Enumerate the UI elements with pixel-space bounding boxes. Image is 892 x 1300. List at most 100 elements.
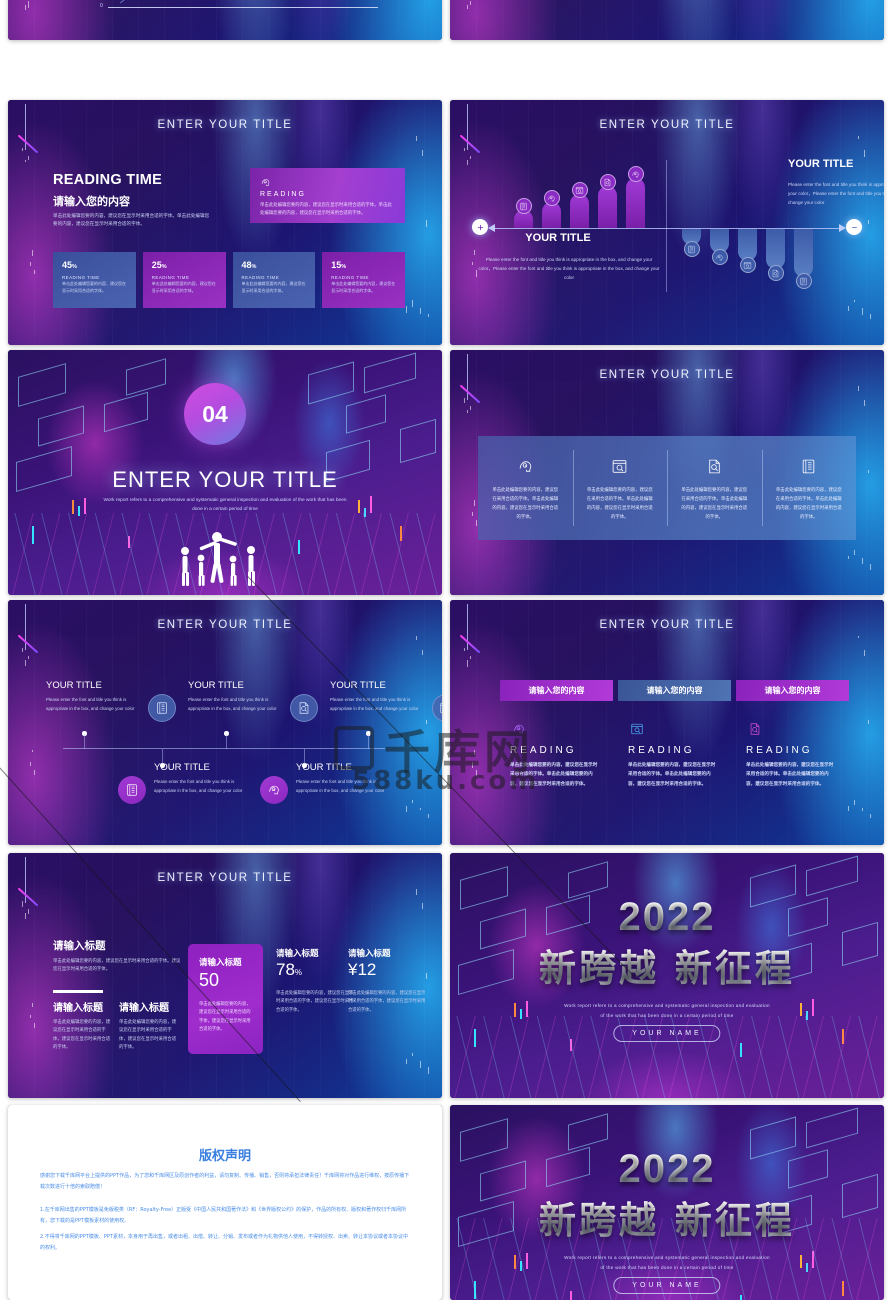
stats-card-text: 单击此处编辑您要的内容，建议您在显示时采用合适的字体，建议您在显示时采用合适的字… [199,1000,254,1034]
head-idea-icon [631,170,640,179]
slide-copyright[interactable]: 版权声明 感谢您下载千库网平台上提供的PPT作品，为了您和千库网区及原创作者的利益… [8,1105,442,1300]
book-list-icon [800,458,817,475]
slide-cover-2022-b[interactable]: 2022 新跨越 新征程 Work report refers to a compr… [450,1105,884,1300]
icon-column[interactable]: 单击此处编辑您要的内容，建议您在采用合适的字体。单击此处编辑的内容，建议您在显示… [478,436,573,540]
head-idea-icon [517,458,534,475]
icon-column[interactable]: 单击此处编辑您要的内容，建议您在采用合适的字体。单击此处编辑的内容，建议您在显示… [667,436,762,540]
slide-line-chart[interactable]: 5000 [8,0,442,40]
icon-column[interactable]: 单击此处编辑您要的内容，建议您在采用合适的字体。单击此处编辑的内容，建议您在显示… [762,436,857,540]
slide-three-buttons[interactable]: ENTER YOUR TITLE 请输入您的内容 READING 单击此处编辑您要的内… [450,600,884,845]
content-button[interactable]: 请输入您的内容 [736,680,849,701]
timeline-stem [368,734,369,749]
stats-card-heading: 请输入标题 [199,956,254,968]
slide-section-04[interactable]: 04 ENTER YOUR TITLE Work report refers to … [8,350,442,595]
minus-knob-icon [850,223,859,232]
minus-knob-icon[interactable] [846,219,862,235]
head-idea-icon [260,175,271,186]
percent-text: 单击此处编辑您要的内容，建议您在显示时采用合适的字体。 [152,281,219,295]
reading-card-label: READING [260,191,306,198]
timeline-icon-book-list-icon[interactable] [148,694,176,722]
doc-magnifier-icon [603,178,612,187]
reading-highlight-card[interactable]: READING 单击此处编辑您要的内容，建议您在显示时采用合适的字体。单击此处编辑… [250,168,405,223]
icon-column-text: 单击此处编辑您要的内容，建议您在采用合适的字体。单击此处编辑的内容，建议您在显示… [491,485,560,521]
timeline-icon-doc-magnifier-icon[interactable] [290,694,318,722]
percent-card[interactable]: 25% READING TIME 单击此处编辑您要的内容，建议您在显示时采用合适的字… [143,252,226,308]
percent-card[interactable]: 45% READING TIME 单击此处编辑您要的内容，建议您在显示时采用合适的字… [53,252,136,308]
book-list-icon [519,202,528,211]
axis-tick-0: 0 [100,3,103,9]
doc-magnifier-icon [297,701,311,715]
bar-marker-head-idea-icon [544,190,560,206]
bar-chart-left-title: YOUR TITLE [450,232,666,244]
stats-card-number: 50 [199,970,254,991]
timeline-icon-book-list-icon[interactable] [118,776,146,804]
percent-caption: READING TIME [331,275,398,280]
reading-heading: READING [746,745,813,756]
stats-col-text: 单击此处编辑您要的内容，建议您在显示时采用合适的字体，建议您在显示时采用合适的字… [348,989,426,1014]
bar-marker-book-list-icon [516,198,532,214]
bar-chart-left-text: Please enter the font and title you thin… [478,255,660,283]
slide-bar-chart[interactable]: ENTER YOUR TITLE YOUR TITLE Please enter t… [450,100,884,345]
timeline-node-text: Please enter the font and title you thin… [330,696,430,713]
slide-pie-chart[interactable]: change your colorappropriate in the box,… [450,0,884,40]
stats-sub-text: 单击此处编辑您要的内容，建议您在显示时采用合适的字体，建议您在显示时采用合适的字… [119,1018,177,1051]
copyright-paragraph: 2.不得将千库网的PPT模板、PPT素材，本身用于再出售，或者出租、出借、转让、… [40,1232,410,1255]
book-list-icon [687,245,696,254]
slide-title: ENTER YOUR TITLE [8,872,442,884]
doc-magnifier-icon [748,722,762,736]
browser-search-icon [439,701,442,715]
percent-unit: % [162,264,167,270]
copyright-title: 版权声明 [8,1145,442,1164]
slide-title: ENTER YOUR TITLE [8,619,442,631]
slide-background [450,0,884,40]
cover-subtitle: Work report refers to a comprehensive an… [562,1253,772,1272]
reading-heading: READING [510,745,577,756]
section-title: ENTER YOUR TITLE [8,467,442,493]
bar-marker-book-list-icon [796,273,812,289]
percent-caption: READING TIME [242,275,309,280]
icon-column[interactable]: 单击此处编辑您要的内容，建议您在采用合适的字体。单击此处编辑的内容，建议您在显示… [573,436,668,540]
plus-knob-icon [476,223,485,232]
slide-reading-time[interactable]: ENTER YOUR TITLE READING TIME 请输入您的内容 单击此处编… [8,100,442,345]
slide-title: ENTER YOUR TITLE [8,119,442,131]
doc-magnifier-icon [706,458,723,475]
reading-time-paragraph: 单击此处编辑您要的内容，建议您在显示时采用合适的字体。单击此处编辑您要的内容，建… [53,212,213,229]
timeline-node-text: Please enter the font and title you thin… [154,778,254,795]
timeline-icon-head-idea-icon[interactable] [260,776,288,804]
stats-divider-rule [53,990,103,993]
reading-heading: READING [628,745,695,756]
head-idea-icon [260,177,271,188]
stats-lead-heading: 请输入标题 [53,938,106,953]
timeline-stem [304,749,305,764]
content-button[interactable]: 请输入您的内容 [500,680,613,701]
bar-marker-browser-search-icon [572,182,588,198]
doc-magnifier-icon [771,269,780,278]
content-button[interactable]: 请输入您的内容 [618,680,731,701]
icon-column-text: 单击此处编辑您要的内容，建议您在采用合适的字体。单击此处编辑的内容，建议您在显示… [680,485,749,521]
bar-chart-area: YOUR TITLE Please enter the font and titl… [450,100,884,345]
timeline-node-text: Please enter the font and title you thin… [188,696,288,713]
slide-stats[interactable]: ENTER YOUR TITLE 请输入标题单击此处编辑您要的内容，建议您在显示时… [8,853,442,1098]
slide-four-icons[interactable]: ENTER YOUR TITLE 单击此处编辑您要的内容，建议您在采用合适的字体。… [450,350,884,595]
stats-highlight-card[interactable]: 请输入标题 50 单击此处编辑您要的内容，建议您在显示时采用合适的字体，建议您在显示… [188,944,263,1054]
slide-timeline[interactable]: ENTER YOUR TITLE YOUR TITLE Please enter t… [8,600,442,845]
bar-chart-right-text: Please enter the font and title you thin… [788,180,884,208]
percent-value: 25% [152,260,219,270]
timeline-node-title: YOUR TITLE [188,680,244,691]
timeline-stem [226,734,227,749]
book-list-icon [155,701,169,715]
slide-cover-2022-a[interactable]: 2022 新跨越 新征程 Work report refers to a compr… [450,853,884,1098]
doc-magnifier-icon [748,722,762,736]
percent-card[interactable]: 48% READING TIME 单击此处编辑您要的内容，建议您在显示时采用合适的字… [233,252,316,308]
percent-card[interactable]: 15% READING TIME 单击此处编辑您要的内容，建议您在显示时采用合适的字… [322,252,405,308]
timeline-node-title: YOUR TITLE [46,680,102,691]
chart-axis-baseline [108,7,378,8]
reading-time-heading: READING TIME [53,172,162,188]
browser-search-icon [630,722,644,736]
bar-chart-right-title: YOUR TITLE [788,158,853,170]
icon-column-text: 单击此处编辑您要的内容，建议您在采用合适的字体。单击此处编辑的内容，建议您在显示… [775,485,844,521]
copyright-paragraph: 1.在千库网出售的PPT模板是免版税类（RF：Royalty-Free）正版受《… [40,1205,410,1228]
timeline-node-title: YOUR TITLE [330,680,386,691]
percent-unit: % [252,264,257,270]
percent-card-row: 45% READING TIME 单击此处编辑您要的内容，建议您在显示时采用合适的字… [53,252,405,308]
